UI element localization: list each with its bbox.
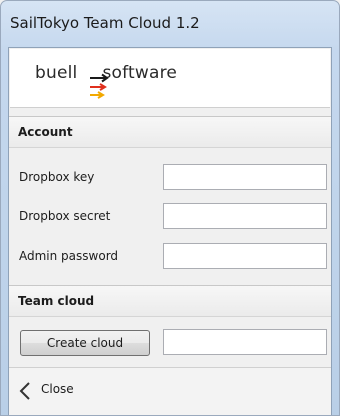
logo-banner: buell software: [10, 49, 330, 108]
dropbox-secret-label: Dropbox secret: [19, 209, 111, 223]
window-title: SailTokyo Team Cloud 1.2: [10, 14, 200, 32]
team-cloud-section-header: Team cloud: [9, 286, 331, 317]
admin-password-input[interactable]: [163, 243, 327, 269]
dropbox-key-input[interactable]: [163, 164, 327, 190]
cloud-name-input[interactable]: [163, 329, 327, 355]
create-cloud-button[interactable]: Create cloud: [20, 330, 150, 356]
team-cloud-section-title: Team cloud: [18, 294, 95, 308]
logo-arrows-icon: [90, 73, 109, 99]
admin-password-label: Admin password: [19, 249, 119, 263]
team-cloud-section: Team cloud Create cloud: [9, 285, 331, 367]
account-section: Account Dropbox key Dropbox secret Admin…: [9, 116, 331, 286]
account-section-header: Account: [9, 117, 331, 148]
account-section-title: Account: [18, 125, 73, 139]
arrow-black: [90, 73, 109, 83]
client-area: buell software Account Dropbox key Dropbo…: [8, 47, 332, 415]
arrow-yellow: [90, 91, 105, 99]
title-bar: SailTokyo Team Cloud 1.2: [1, 1, 339, 47]
app-window: SailTokyo Team Cloud 1.2 buell software A…: [0, 0, 340, 416]
arrow-red: [90, 83, 107, 91]
logo-text-left: buell: [35, 63, 78, 83]
close-label[interactable]: Close: [41, 382, 74, 396]
footer-bar: Close: [9, 367, 331, 415]
dropbox-secret-input[interactable]: [163, 203, 327, 229]
logo-text-right: software: [102, 63, 178, 83]
dropbox-key-label: Dropbox key: [19, 170, 95, 184]
chevron-left-icon[interactable]: [19, 382, 31, 400]
